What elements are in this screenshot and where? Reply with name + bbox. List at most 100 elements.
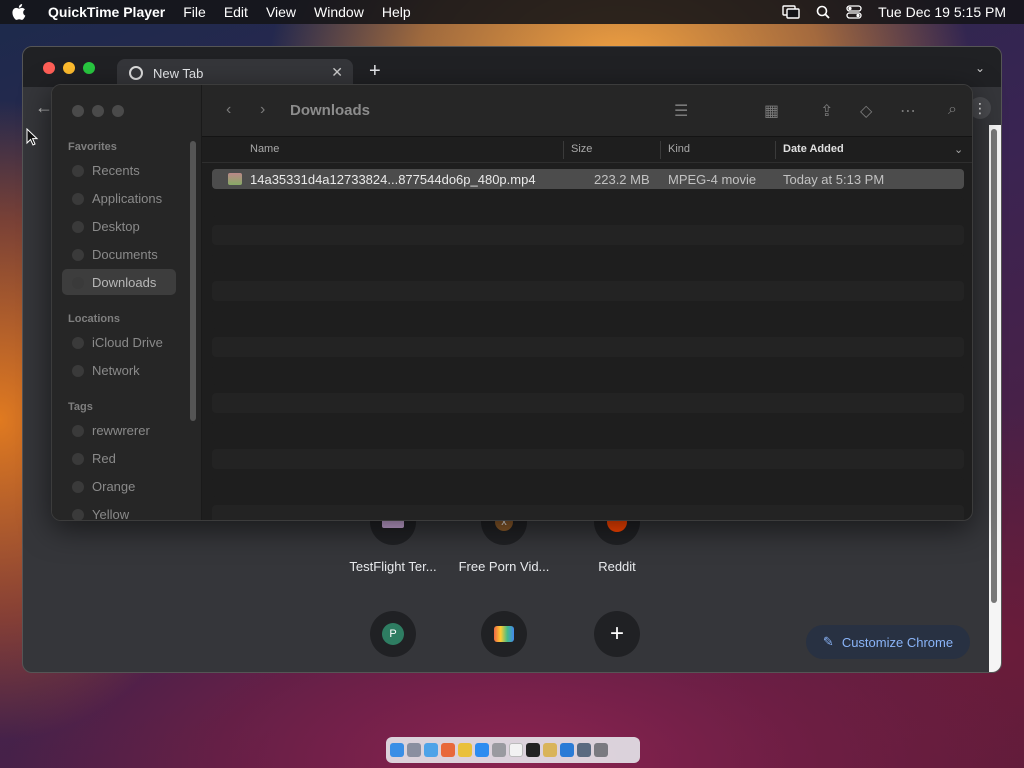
shortcut-label: Free Porn Vid... [458,559,550,574]
new-tab-button[interactable]: + [369,60,381,83]
file-date-added: Today at 5:13 PM [783,172,885,187]
search-icon[interactable]: ⌕ [948,101,957,119]
chrome-scrollbar[interactable] [991,129,997,603]
sidebar-tag-orange[interactable]: Orange [92,479,135,494]
icloud-icon [72,337,84,349]
close-window-button[interactable] [43,62,55,74]
column-divider [563,141,564,159]
menubar-clock[interactable]: Tue Dec 19 5:15 PM [878,4,1006,20]
customize-chrome-button[interactable]: ✎ Customize Chrome [806,625,970,659]
mouse-cursor-icon [26,128,38,146]
menu-bar: QuickTime Player File Edit View Window H… [0,0,1024,24]
empty-row [212,449,964,469]
empty-row [212,477,964,497]
close-tab-icon[interactable]: ✕ [331,64,343,81]
document-icon [72,249,84,261]
finder-close-button[interactable] [72,105,84,117]
tag-icon[interactable]: ◇ [860,101,872,121]
firefox-dock-icon[interactable] [441,743,455,757]
forward-chevron-icon[interactable]: › [260,101,265,119]
share-icon[interactable]: ⇪ [820,101,833,121]
empty-row [212,393,964,413]
empty-row [212,421,964,441]
zoom-window-button[interactable] [83,62,95,74]
sidebar-tag-rewwrerer[interactable]: rewwrerer [92,423,150,438]
more-actions-icon[interactable]: ⋯ [900,101,916,121]
column-kind[interactable]: Kind [668,143,690,155]
safari-dock-icon[interactable] [424,743,438,757]
terminal-dock-icon[interactable] [526,743,540,757]
quicktime-dock-icon[interactable] [577,743,591,757]
menu-window[interactable]: Window [314,4,364,20]
file-size: 223.2 MB [594,172,650,187]
sidebar-favorites-header: Favorites [68,141,117,153]
menu-edit[interactable]: Edit [224,4,248,20]
sidebar-item-icloud[interactable]: iCloud Drive [92,335,163,350]
pencil-icon: ✎ [822,634,834,649]
shortcut-p[interactable]: P [343,611,443,657]
menu-file[interactable]: File [183,4,206,20]
empty-row [212,505,964,520]
menu-help[interactable]: Help [382,4,411,20]
store-icon [481,611,527,657]
system-settings-dock-icon[interactable] [492,743,506,757]
spotlight-search-icon[interactable] [816,5,830,19]
add-shortcut-icon: + [594,611,640,657]
empty-row [212,337,964,357]
sidebar-item-network[interactable]: Network [92,363,140,378]
applications-icon [72,193,84,205]
sort-chevron-icon[interactable]: ⌄ [954,143,963,156]
add-shortcut-button[interactable]: + [567,611,667,657]
empty-row [212,197,964,217]
file-name: 14a35331d4a12733824...877544do6p_480p.mp… [250,172,536,187]
shortcut-label: Reddit [598,559,636,574]
finder-title: Downloads [290,102,371,119]
column-date-added[interactable]: Date Added [783,143,844,155]
sidebar-scrollbar[interactable] [190,141,196,421]
dock [386,737,640,763]
chrome-dock-icon[interactable] [458,743,472,757]
sidebar-item-downloads[interactable]: Downloads [92,275,156,290]
empty-row [212,281,964,301]
app-menu[interactable]: QuickTime Player [48,4,165,20]
vscode-dock-icon[interactable] [560,743,574,757]
menu-view[interactable]: View [266,4,296,20]
tag-dot-icon [72,509,84,520]
tab-title: New Tab [153,65,204,81]
sidebar-item-applications[interactable]: Applications [92,191,162,206]
file-row[interactable]: 14a35331d4a12733824...877544do6p_480p.mp… [212,169,964,189]
launchpad-dock-icon[interactable] [407,743,421,757]
column-name[interactable]: Name [250,143,279,155]
customize-label: Customize Chrome [841,634,954,650]
app-store-dock-icon[interactable] [475,743,489,757]
finder-zoom-button[interactable] [112,105,124,117]
empty-row [212,225,964,245]
screen-mirroring-icon[interactable] [782,5,800,19]
grid-view-icon[interactable]: ▦ [764,101,779,121]
tab-new-tab[interactable]: New Tab ✕ [117,59,353,87]
sidebar-tag-red[interactable]: Red [92,451,116,466]
sidebar-item-desktop[interactable]: Desktop [92,219,140,234]
column-divider [775,141,776,159]
apple-menu-icon[interactable] [12,4,26,20]
sidebar-item-documents[interactable]: Documents [92,247,158,262]
clock-icon [72,165,84,177]
back-chevron-icon[interactable]: ‹ [226,101,231,119]
control-center-icon[interactable] [846,5,862,19]
file-list: 14a35331d4a12733824...877544do6p_480p.mp… [212,169,964,520]
list-view-icon[interactable]: ☰ [674,101,688,121]
sidebar-locations-header: Locations [68,313,120,325]
empty-row [212,253,964,273]
trash-dock-icon[interactable] [594,743,608,757]
sidebar-item-recents[interactable]: Recents [92,163,140,178]
textedit-dock-icon[interactable] [509,743,523,757]
script-editor-dock-icon[interactable] [543,743,557,757]
column-size[interactable]: Size [571,143,592,155]
finder-minimize-button[interactable] [92,105,104,117]
finder-dock-icon[interactable] [390,743,404,757]
sidebar-tag-yellow[interactable]: Yellow [92,507,129,520]
tag-dot-icon [72,481,84,493]
shortcut-store[interactable] [454,611,554,657]
minimize-window-button[interactable] [63,62,75,74]
tab-search-chevron-icon[interactable]: ⌄ [975,61,985,75]
